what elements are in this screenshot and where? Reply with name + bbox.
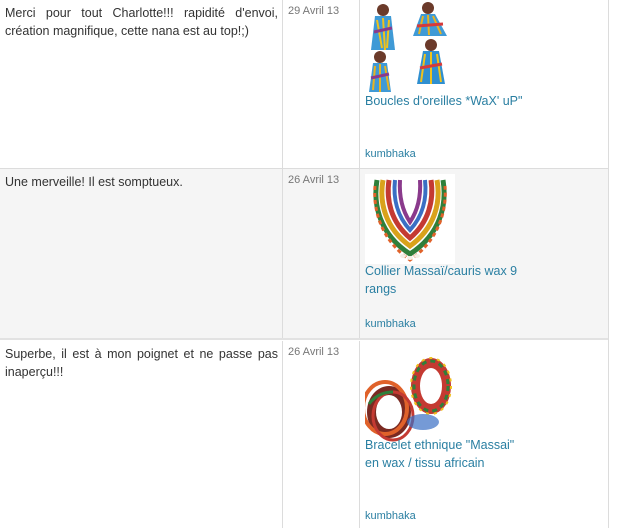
table-row: Superbe, il est à mon poignet et ne pass…: [0, 341, 608, 528]
bracelet-thumbnail[interactable]: [365, 352, 455, 442]
review-date: 26 Avril 13: [288, 174, 340, 186]
earrings-thumbnail[interactable]: [365, 2, 455, 92]
review-comment: Une merveille! Il est somptueux.: [5, 175, 183, 189]
review-comment: Superbe, il est à mon poignet et ne pass…: [5, 347, 278, 379]
product-title-link[interactable]: Collier Massaï/cauris wax 9 rangs: [365, 262, 525, 298]
table-row: Une merveille! Il est somptueux. 26 Avri…: [0, 169, 608, 340]
comment-cell: Superbe, il est à mon poignet et ne pass…: [0, 341, 283, 528]
necklace-thumbnail[interactable]: [365, 174, 455, 264]
comment-cell: Une merveille! Il est somptueux.: [0, 169, 283, 338]
date-cell: 29 Avril 13: [283, 0, 360, 168]
comment-cell: Merci pour tout Charlotte!!! rapidité d'…: [0, 0, 283, 168]
date-cell: 26 Avril 13: [283, 341, 360, 528]
product-cell: Boucles d'oreilles *WaX' uP" kumbhaka: [360, 0, 608, 168]
reviews-table: Merci pour tout Charlotte!!! rapidité d'…: [0, 0, 609, 528]
product-cell: Collier Massaï/cauris wax 9 rangs kumbha…: [360, 169, 608, 338]
date-cell: 26 Avril 13: [283, 169, 360, 338]
review-comment: Merci pour tout Charlotte!!! rapidité d'…: [5, 6, 278, 38]
shop-link[interactable]: kumbhaka: [365, 148, 416, 160]
shop-link[interactable]: kumbhaka: [365, 318, 416, 330]
review-date: 26 Avril 13: [288, 346, 340, 358]
product-title-link[interactable]: Bracelet ethnique "Massai" en wax / tiss…: [365, 436, 525, 472]
product-cell: Bracelet ethnique "Massai" en wax / tiss…: [360, 341, 608, 528]
table-row: Merci pour tout Charlotte!!! rapidité d'…: [0, 0, 608, 169]
shop-link[interactable]: kumbhaka: [365, 510, 416, 522]
product-title-link[interactable]: Boucles d'oreilles *WaX' uP": [365, 92, 525, 110]
review-date: 29 Avril 13: [288, 5, 340, 17]
